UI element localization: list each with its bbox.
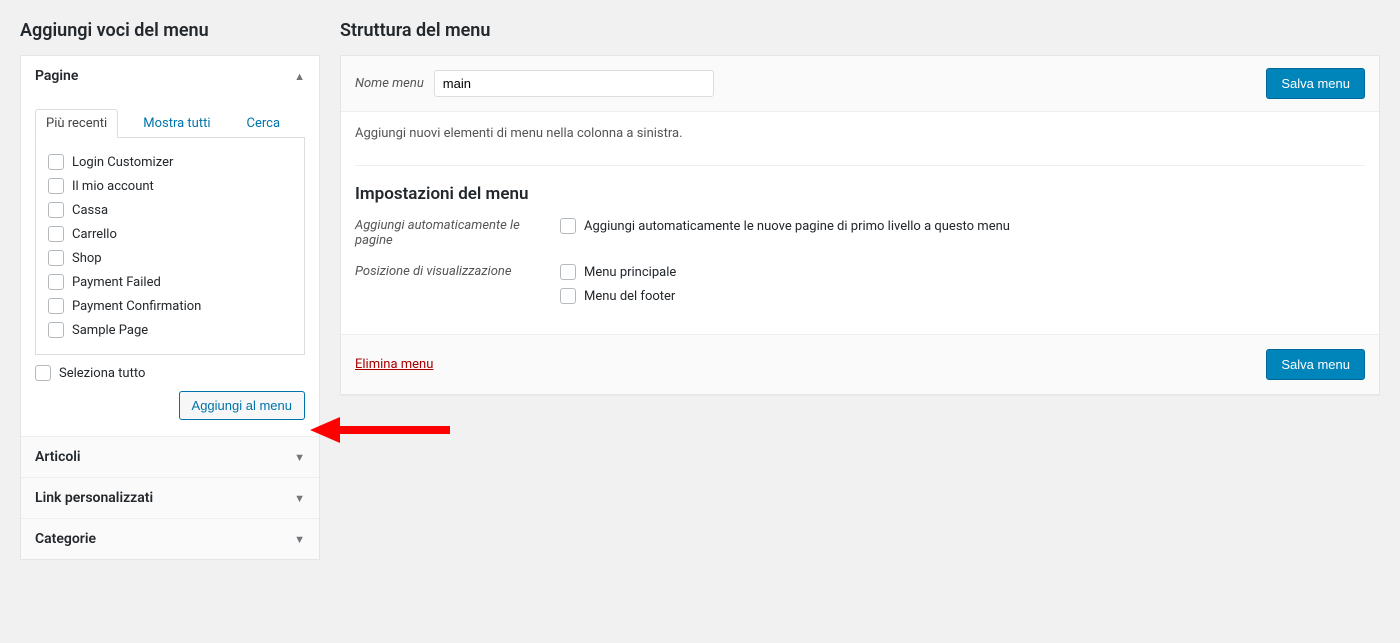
checkbox[interactable]	[48, 274, 64, 290]
accordion: Pagine ▲ Più recenti Mostra tutti Cerca …	[20, 55, 320, 560]
select-all-row[interactable]: Seleziona tutto	[35, 355, 305, 387]
accordion-body-pagine: Più recenti Mostra tutti Cerca Login Cus…	[21, 96, 319, 436]
accordion-label: Categorie	[35, 531, 96, 547]
auto-add-option[interactable]: Aggiungi automaticamente le nuove pagine…	[560, 218, 1010, 234]
checkbox[interactable]	[560, 218, 576, 234]
checkbox[interactable]	[560, 288, 576, 304]
menu-panel: Nome menu Salva menu Aggiungi nuovi elem…	[340, 55, 1380, 395]
chevron-down-icon: ▼	[294, 533, 305, 546]
tabs: Più recenti Mostra tutti Cerca	[35, 108, 305, 138]
menu-name-label: Nome menu	[355, 76, 424, 91]
list-item[interactable]: Shop	[48, 246, 292, 270]
delete-menu-link[interactable]: Elimina menu	[355, 357, 433, 372]
save-menu-button-bottom[interactable]: Salva menu	[1266, 349, 1365, 380]
checkbox[interactable]	[48, 322, 64, 338]
checkbox[interactable]	[48, 178, 64, 194]
list-item[interactable]: Payment Failed	[48, 270, 292, 294]
list-item[interactable]: Login Customizer	[48, 150, 292, 174]
page-list: Login Customizer Il mio account Cassa Ca…	[48, 150, 292, 342]
checkbox[interactable]	[35, 365, 51, 381]
chevron-down-icon: ▼	[294, 492, 305, 505]
accordion-header-pagine[interactable]: Pagine ▲	[21, 56, 319, 96]
position-label: Posizione di visualizzazione	[355, 264, 540, 279]
add-to-menu-button[interactable]: Aggiungi al menu	[179, 391, 305, 420]
tab-recent[interactable]: Più recenti	[35, 109, 118, 138]
chevron-down-icon: ▼	[294, 451, 305, 464]
list-item[interactable]: Cassa	[48, 198, 292, 222]
chevron-up-icon: ▲	[294, 70, 305, 83]
list-item[interactable]: Payment Confirmation	[48, 294, 292, 318]
tab-search[interactable]: Cerca	[236, 109, 292, 138]
position-footer-option[interactable]: Menu del footer	[560, 288, 676, 304]
add-items-heading: Aggiungi voci del menu	[20, 20, 320, 41]
checkbox[interactable]	[560, 264, 576, 280]
accordion-header-articoli[interactable]: Articoli ▼	[21, 437, 319, 477]
position-main-option[interactable]: Menu principale	[560, 264, 676, 280]
checkbox[interactable]	[48, 298, 64, 314]
checkbox[interactable]	[48, 202, 64, 218]
accordion-header-link[interactable]: Link personalizzati ▼	[21, 478, 319, 518]
accordion-label: Pagine	[35, 68, 78, 84]
list-item[interactable]: Il mio account	[48, 174, 292, 198]
checkbox[interactable]	[48, 250, 64, 266]
accordion-header-categorie[interactable]: Categorie ▼	[21, 519, 319, 559]
help-text: Aggiungi nuovi elementi di menu nella co…	[355, 126, 1365, 141]
save-menu-button-top[interactable]: Salva menu	[1266, 68, 1365, 99]
list-item[interactable]: Sample Page	[48, 318, 292, 342]
accordion-label: Articoli	[35, 449, 81, 465]
list-item[interactable]: Carrello	[48, 222, 292, 246]
checkbox[interactable]	[48, 154, 64, 170]
checkbox[interactable]	[48, 226, 64, 242]
structure-heading: Struttura del menu	[340, 20, 1380, 41]
tab-all[interactable]: Mostra tutti	[132, 109, 221, 138]
auto-add-label: Aggiungi automaticamente le pagine	[355, 218, 540, 248]
settings-heading: Impostazioni del menu	[355, 184, 1365, 204]
accordion-label: Link personalizzati	[35, 490, 153, 506]
menu-name-input[interactable]	[434, 70, 714, 97]
